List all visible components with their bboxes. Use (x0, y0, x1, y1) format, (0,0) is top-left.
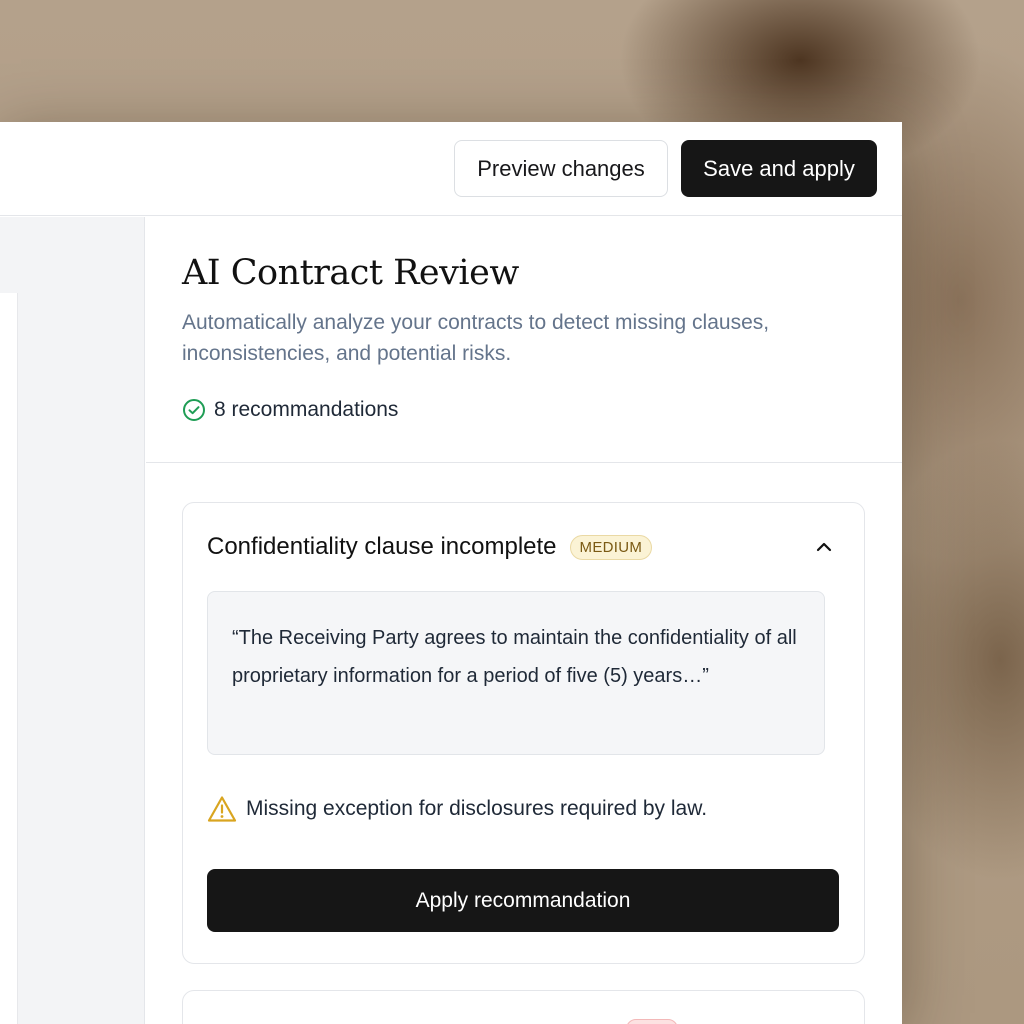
panel-title: AI Contract Review (182, 253, 519, 293)
panel-header: AI Contract Review Automatically analyze… (146, 217, 902, 463)
document-page[interactable] (0, 293, 18, 1024)
check-circle-icon (182, 398, 206, 422)
top-toolbar: Preview changes Save and apply (0, 122, 902, 216)
warning-message: Missing exception for disclosures requir… (207, 793, 707, 825)
panel-subtitle: Automatically analyze your contracts to … (182, 311, 770, 365)
warning-triangle-icon (207, 795, 237, 823)
app-window: Preview changes Save and apply AI Contra… (0, 122, 902, 1024)
recommendation-card: Confidentiality clause incomplete MEDIUM… (182, 502, 865, 964)
chevron-up-icon[interactable] (812, 535, 836, 559)
save-and-apply-button[interactable]: Save and apply (681, 140, 877, 197)
next-recommendation-card[interactable] (182, 990, 865, 1024)
recommendation-count: 8 recommandations (182, 397, 398, 423)
clause-quote: “The Receiving Party agrees to maintain … (207, 591, 825, 755)
document-canvas[interactable] (0, 217, 145, 1024)
recommendation-title: Confidentiality clause incomplete (207, 533, 557, 560)
recommendation-count-label: 8 recommandations (214, 398, 399, 421)
preview-changes-button[interactable]: Preview changes (454, 140, 668, 197)
severity-badge: MEDIUM (569, 534, 653, 560)
warning-text: Missing exception for disclosures requir… (246, 797, 708, 820)
recommendation-card-header[interactable]: Confidentiality clause incomplete MEDIUM (207, 531, 840, 563)
severity-badge-next (626, 1019, 678, 1024)
apply-recommendation-button[interactable]: Apply recommandation (207, 869, 839, 932)
ai-review-panel: AI Contract Review Automatically analyze… (146, 217, 902, 1024)
